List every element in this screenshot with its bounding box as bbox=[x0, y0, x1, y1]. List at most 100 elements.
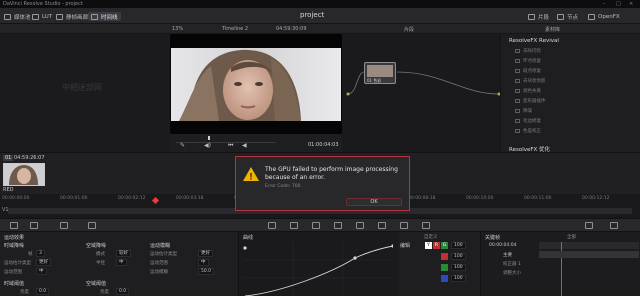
blur-range-dropdown[interactable]: 中 bbox=[198, 259, 209, 266]
scrubber-track[interactable] bbox=[176, 142, 276, 143]
channel-r-button[interactable]: R bbox=[433, 242, 440, 249]
clips-icon bbox=[528, 13, 535, 20]
primaries-icon[interactable] bbox=[30, 222, 38, 229]
openfx-button[interactable]: OpenFX bbox=[588, 12, 620, 21]
lut-button[interactable]: LUT bbox=[32, 12, 52, 21]
luma-field[interactable]: 0.0 bbox=[36, 288, 50, 295]
ruler-tick: 00:00:02:12 bbox=[118, 196, 146, 201]
fx-item[interactable]: 调色失真 bbox=[515, 88, 541, 94]
luma-label: 亮度 bbox=[20, 290, 29, 295]
keyframe-track-bar[interactable] bbox=[539, 251, 639, 258]
magic-mask-icon[interactable] bbox=[356, 222, 364, 229]
node-label: 01 色彩 bbox=[367, 78, 382, 83]
openfx-panel: ResolveFX Revival 去除闪烁 坏点修复 斑点修复 去块状伪影 调… bbox=[500, 34, 640, 153]
intensity-r-field[interactable]: 100 bbox=[451, 253, 466, 260]
channel-b-toggle[interactable] bbox=[441, 275, 448, 282]
radius-dropdown[interactable]: 中 bbox=[116, 259, 127, 266]
hdr-icon[interactable] bbox=[60, 222, 68, 229]
fx-icon bbox=[515, 59, 520, 63]
scrubber-playhead[interactable] bbox=[208, 136, 210, 140]
blur-estimation-dropdown[interactable]: 更好 bbox=[198, 250, 213, 257]
node-button[interactable]: 节点 bbox=[557, 12, 578, 21]
color-wheels-icon[interactable] bbox=[10, 222, 18, 229]
title-bar: DaVinci Resolve Studio - project – □ × bbox=[0, 0, 640, 8]
svg-text:!: ! bbox=[250, 172, 253, 182]
motion-effects-title: 运动效果 bbox=[4, 235, 25, 241]
clip-timecode: 04:59:26:07 bbox=[14, 155, 45, 161]
node-01[interactable]: 01 色彩 bbox=[364, 62, 396, 84]
node-icon bbox=[557, 13, 564, 20]
node-mode-dropdown[interactable]: 片段 bbox=[404, 26, 414, 33]
fx-item[interactable]: 斑点修复 bbox=[515, 68, 541, 74]
blur-amount-field[interactable]: 50.0 bbox=[198, 268, 215, 275]
keyframe-track-sizing[interactable]: 调整大小 bbox=[503, 270, 521, 276]
go-to-start-icon[interactable]: ⏮ bbox=[228, 142, 233, 150]
minimize-button[interactable]: – bbox=[603, 1, 606, 7]
key-icon[interactable] bbox=[400, 222, 408, 229]
channel-g-toggle[interactable] bbox=[441, 264, 448, 271]
fx-item[interactable]: 色差校正 bbox=[515, 128, 541, 134]
tracker-icon[interactable] bbox=[334, 222, 342, 229]
intensity-b-field[interactable]: 100 bbox=[451, 275, 466, 282]
gallery-icon bbox=[56, 13, 63, 20]
openfx-header: ResolveFX Revival bbox=[509, 38, 559, 44]
pen-icon[interactable]: ✎ bbox=[180, 142, 185, 149]
tab-library[interactable]: 素材库 bbox=[545, 26, 560, 33]
ok-button[interactable]: OK bbox=[346, 198, 402, 206]
motion-blur-title: 运动模糊 bbox=[150, 243, 171, 249]
playhead-timecode: 01:00:04:03 bbox=[308, 142, 339, 148]
lut-icon bbox=[32, 13, 39, 20]
channel-g-button[interactable]: G bbox=[441, 242, 448, 249]
viewer-controls: ✎ ◀) ⏮ ◀ 01:00:04:03 bbox=[170, 134, 342, 152]
mode-dropdown[interactable]: 较好 bbox=[116, 250, 131, 257]
curve-graph[interactable] bbox=[243, 242, 393, 296]
spatial-luma-field[interactable]: 0.0 bbox=[116, 288, 130, 295]
media-pool-button[interactable]: 媒体池 bbox=[4, 12, 31, 21]
sizing-icon[interactable] bbox=[422, 222, 430, 229]
curves-panel: 曲线 bbox=[238, 232, 398, 296]
close-button[interactable]: × bbox=[629, 1, 633, 7]
step-back-icon[interactable]: ◀ bbox=[242, 142, 247, 149]
speaker-icon[interactable]: ◀) bbox=[204, 142, 211, 149]
info-icon[interactable] bbox=[610, 222, 618, 229]
keyframes-panel: 关键帧 全部 00:00:04:04 主要 校正器 1 调整大小 bbox=[480, 232, 640, 296]
timeline-button[interactable]: 时间线 bbox=[88, 12, 121, 21]
motion-range-label: 运动范围 bbox=[4, 270, 22, 275]
fx-item[interactable]: 去块状伪影 bbox=[515, 78, 546, 84]
keyframes-ruler[interactable] bbox=[539, 242, 639, 249]
fx-item[interactable]: 毛边修复 bbox=[515, 118, 541, 124]
fx-item[interactable]: 坏点修复 bbox=[515, 58, 541, 64]
scopes-icon[interactable] bbox=[585, 222, 593, 229]
keyframes-filter-dropdown[interactable]: 全部 bbox=[567, 234, 576, 240]
zoom-dropdown[interactable]: 13% bbox=[172, 26, 183, 32]
blur-icon[interactable] bbox=[378, 222, 386, 229]
fx-item[interactable]: 去除闪烁 bbox=[515, 48, 541, 54]
fx-icon bbox=[515, 49, 520, 53]
gallery-button[interactable]: 静帧画廊 bbox=[56, 12, 88, 21]
clips-button[interactable]: 片段 bbox=[528, 12, 549, 21]
curve-mode-dropdown[interactable]: 自定义 bbox=[424, 234, 438, 240]
channel-y-button[interactable]: Y bbox=[425, 242, 432, 249]
bottom-panels: 运动效果 时域降噪 帧 3 运动估计类型 更好 运动范围 中 时域阈值 亮度 0… bbox=[0, 232, 640, 296]
fx-icon bbox=[515, 89, 520, 93]
curves-icon[interactable] bbox=[268, 222, 276, 229]
keyframe-track-master[interactable]: 主要 bbox=[503, 252, 512, 258]
timeline-selector[interactable]: Timeline 2 bbox=[222, 26, 248, 32]
rgb-mixer-icon[interactable] bbox=[88, 222, 96, 229]
clip-label: RED bbox=[3, 187, 14, 193]
clip-thumbnail[interactable] bbox=[3, 163, 45, 186]
portrait-image bbox=[171, 48, 341, 121]
intensity-y-field[interactable]: 100 bbox=[451, 242, 466, 249]
frames-dropdown[interactable]: 3 bbox=[36, 250, 45, 257]
intensity-g-field[interactable]: 100 bbox=[451, 264, 466, 271]
fx-item[interactable]: 变形器插件 bbox=[515, 98, 546, 104]
maximize-button[interactable]: □ bbox=[616, 1, 621, 7]
keyframe-track-corrector[interactable]: 校正器 1 bbox=[503, 261, 521, 267]
fx-item[interactable]: 降噪 bbox=[515, 108, 532, 114]
qualifier-icon[interactable] bbox=[290, 222, 298, 229]
motion-range-dropdown[interactable]: 中 bbox=[36, 268, 47, 275]
window-icon[interactable] bbox=[312, 222, 320, 229]
timeline-playhead[interactable] bbox=[151, 196, 160, 205]
channel-r-toggle[interactable] bbox=[441, 253, 448, 260]
motion-estimation-dropdown[interactable]: 更好 bbox=[36, 259, 51, 266]
